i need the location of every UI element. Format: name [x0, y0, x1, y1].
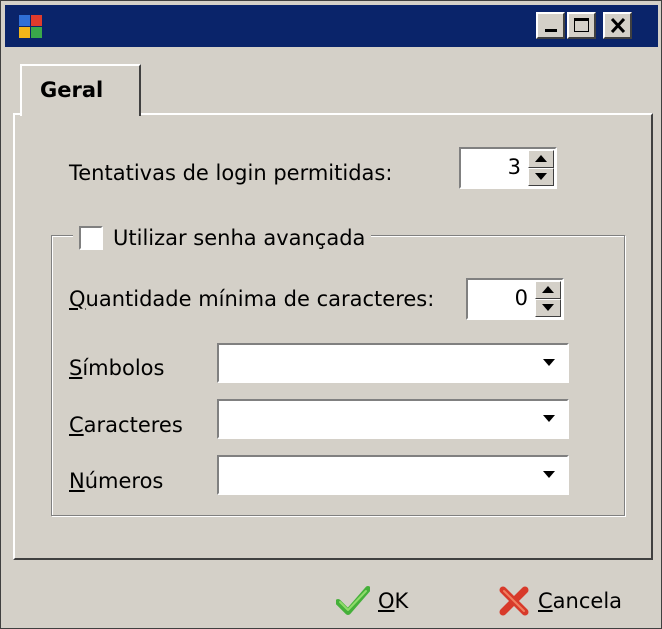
- tab-label: Geral: [40, 78, 104, 102]
- minimize-icon[interactable]: [536, 12, 565, 39]
- maximize-icon[interactable]: [567, 12, 596, 39]
- dialog-window: Geral Tentativas de login permitidas: 3 …: [0, 0, 662, 629]
- cancel-label: Cancela: [538, 589, 623, 613]
- close-icon[interactable]: [603, 12, 632, 39]
- ok-label: OK: [378, 589, 409, 613]
- title-bar[interactable]: [5, 5, 658, 47]
- x-icon: [499, 586, 529, 616]
- ok-button[interactable]: OK: [336, 579, 408, 623]
- cancel-button[interactable]: Cancela: [498, 579, 622, 623]
- tab-panel: [13, 113, 653, 560]
- checkmark-icon: [336, 586, 370, 615]
- tab-geral[interactable]: Geral: [20, 64, 141, 116]
- app-icon: [19, 15, 43, 39]
